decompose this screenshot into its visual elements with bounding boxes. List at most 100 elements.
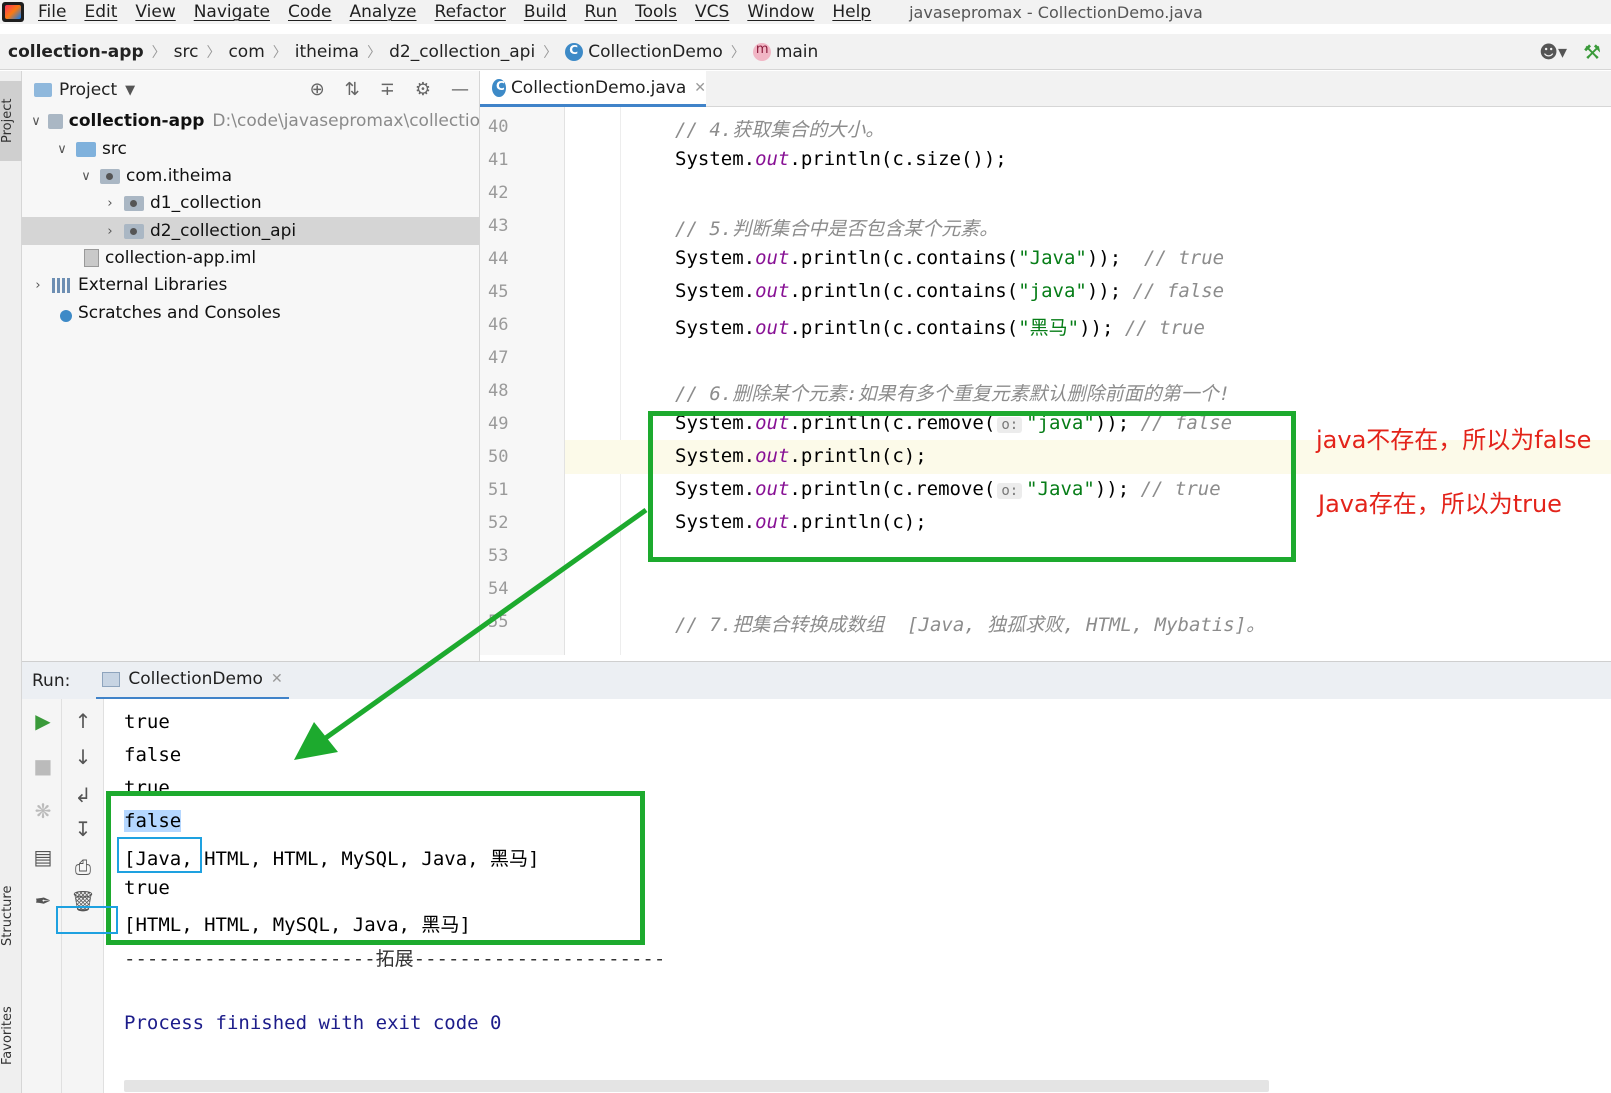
close-icon[interactable]: ✕ xyxy=(694,80,706,96)
tree-item-d2-collection-api[interactable]: › d2_collection_api xyxy=(22,217,479,245)
chevron-right-icon: 〉 xyxy=(272,44,287,61)
soft-wrap-icon[interactable]: ↲ xyxy=(70,783,96,807)
code-line-45: System.out.println(c.contains("java")); … xyxy=(675,280,1224,302)
menu-edit[interactable]: Edit xyxy=(84,2,117,22)
window-title: javasepromax - CollectionDemo.java xyxy=(909,2,1203,22)
tree-item-com-itheima[interactable]: ∨ com.itheima xyxy=(22,162,479,190)
chevron-down-icon[interactable]: ∨ xyxy=(54,142,70,157)
menu-build[interactable]: Build xyxy=(524,2,567,22)
breadcrumb-project[interactable]: collection-app xyxy=(8,42,144,62)
menu-window[interactable]: Window xyxy=(747,2,814,22)
code-field: out xyxy=(755,247,790,269)
pin-icon[interactable]: ✒ xyxy=(30,889,56,913)
scroll-to-end-icon[interactable]: ↧ xyxy=(70,817,96,841)
project-view-selector[interactable]: Project xyxy=(59,80,117,100)
code-text: System. xyxy=(675,148,756,170)
code-line-44: System.out.println(c.contains("Java")); … xyxy=(675,247,1224,269)
tree-item-scratches[interactable]: Scratches and Consoles xyxy=(22,299,479,327)
scroll-up-icon[interactable]: ↑ xyxy=(70,709,96,733)
menu-analyze[interactable]: Analyze xyxy=(350,2,417,22)
breadcrumb-src[interactable]: src xyxy=(174,42,199,62)
project-toolbar: ⊕ ⇅ ∓ ⚙ — xyxy=(310,79,469,100)
debug-bug-icon[interactable]: ❋ xyxy=(30,799,56,823)
menu-refactor[interactable]: Refactor xyxy=(435,2,506,22)
tree-item-external-libraries[interactable]: › External Libraries xyxy=(22,271,479,299)
breadcrumb-com[interactable]: com xyxy=(228,42,264,62)
code-line-41: System.out.println(c.size()); xyxy=(675,148,1007,170)
gear-icon[interactable]: ⚙ xyxy=(415,79,431,100)
menu-navigate[interactable]: Navigate xyxy=(194,2,270,22)
menu-view[interactable]: View xyxy=(135,2,175,22)
menu-file[interactable]: File xyxy=(38,2,66,22)
chevron-right-icon[interactable]: › xyxy=(30,278,46,293)
tree-item-src[interactable]: ∨ src xyxy=(22,135,479,163)
tree-item-label: collection-app.iml xyxy=(105,248,257,268)
line-number: 41 xyxy=(488,150,509,170)
breadcrumb-package[interactable]: d2_collection_api xyxy=(389,42,535,62)
tree-item-collection-app[interactable]: ∨ collection-app D:\code\javasepromax\co… xyxy=(22,107,479,135)
breadcrumb-method-label: main xyxy=(775,41,819,62)
code-string: "黑马" xyxy=(1018,317,1080,339)
code-field: out xyxy=(755,148,790,170)
user-icon[interactable]: ☻▾ xyxy=(1539,42,1567,63)
breadcrumb-method[interactable]: main xyxy=(752,41,819,62)
locate-icon[interactable]: ⊕ xyxy=(310,79,325,100)
chevron-down-icon[interactable]: ∨ xyxy=(78,169,94,184)
run-label: Run: xyxy=(32,670,71,691)
code-text: .println(c.size()); xyxy=(789,148,1007,170)
line-number: 47 xyxy=(488,348,509,368)
expand-all-icon[interactable]: ⇅ xyxy=(345,79,360,100)
hide-icon[interactable]: — xyxy=(451,79,469,100)
build-hammer-icon[interactable]: ⚒ xyxy=(1583,40,1601,64)
code-text: )); xyxy=(1086,280,1133,302)
annotation-box-code xyxy=(648,411,1296,562)
line-number: 40 xyxy=(488,117,509,137)
menu-bar: File Edit View Navigate Code Analyze Ref… xyxy=(0,0,1611,24)
menu-tools[interactable]: Tools xyxy=(635,2,677,22)
print-icon[interactable]: ⎙ xyxy=(70,855,96,879)
code-text: )); xyxy=(1079,317,1125,339)
collapse-all-icon[interactable]: ∓ xyxy=(380,79,395,100)
run-toolbar-right: ↑ ↓ ↲ ↧ ⎙ 🗑 xyxy=(62,699,104,1093)
breadcrumb-itheima[interactable]: itheima xyxy=(295,42,359,62)
code-comment: // 5.判断集合中是否包含某个元素。 xyxy=(675,218,999,240)
scratches-icon xyxy=(52,304,72,322)
annotation-box-java-element xyxy=(117,837,202,873)
menu-code[interactable]: Code xyxy=(288,2,332,22)
library-icon xyxy=(52,277,72,293)
code-line-46: System.out.println(c.contains("黑马")); //… xyxy=(675,313,1205,340)
chevron-down-icon[interactable]: ▼ xyxy=(125,83,135,98)
breadcrumb-class[interactable]: CollectionDemo xyxy=(565,42,723,62)
line-number: 44 xyxy=(488,249,509,269)
code-comment: // true xyxy=(1124,317,1205,339)
tree-item-iml-file[interactable]: collection-app.iml xyxy=(22,244,479,272)
chevron-right-icon[interactable]: › xyxy=(102,196,118,211)
tool-tab-structure[interactable]: Structure xyxy=(0,871,22,961)
menu-help[interactable]: Help xyxy=(832,2,871,22)
chevron-right-icon: 〉 xyxy=(730,44,745,61)
code-comment: // 6.删除某个元素:如果有多个重复元素默认删除前面的第一个! xyxy=(675,383,1231,405)
rerun-icon[interactable]: ▶ xyxy=(30,709,56,733)
menu-vcs[interactable]: VCS xyxy=(695,2,729,22)
code-line-40: // 4.获取集合的大小。 xyxy=(675,115,884,142)
tab-collectiondemo-java[interactable]: CollectionDemo.java ✕ xyxy=(480,71,706,107)
code-line-43: // 5.判断集合中是否包含某个元素。 xyxy=(675,214,998,241)
chevron-down-icon[interactable]: ∨ xyxy=(30,114,42,129)
package-icon xyxy=(124,223,144,239)
chevron-right-icon[interactable]: › xyxy=(102,224,118,239)
layout-icon[interactable]: ▤ xyxy=(30,845,56,869)
stop-icon[interactable]: ■ xyxy=(30,754,56,778)
project-panel-header: Project ▼ ⊕ ⇅ ∓ ⚙ — xyxy=(22,71,479,109)
code-text: .println(c.contains( xyxy=(789,247,1019,269)
left-tool-strip: Project Structure Favorites xyxy=(0,71,22,1093)
menu-run[interactable]: Run xyxy=(585,2,618,22)
tree-item-d1-collection[interactable]: › d1_collection xyxy=(22,189,479,217)
run-tab-collectiondemo[interactable]: CollectionDemo ✕ xyxy=(96,662,289,700)
console-line: true xyxy=(124,711,170,733)
tree-item-label: d1_collection xyxy=(150,193,262,213)
horizontal-scrollbar[interactable] xyxy=(124,1080,1269,1092)
scroll-down-icon[interactable]: ↓ xyxy=(70,745,96,769)
code-field: out xyxy=(755,280,790,302)
tool-tab-project[interactable]: Project xyxy=(0,81,22,161)
tool-tab-favorites[interactable]: Favorites xyxy=(0,991,22,1081)
